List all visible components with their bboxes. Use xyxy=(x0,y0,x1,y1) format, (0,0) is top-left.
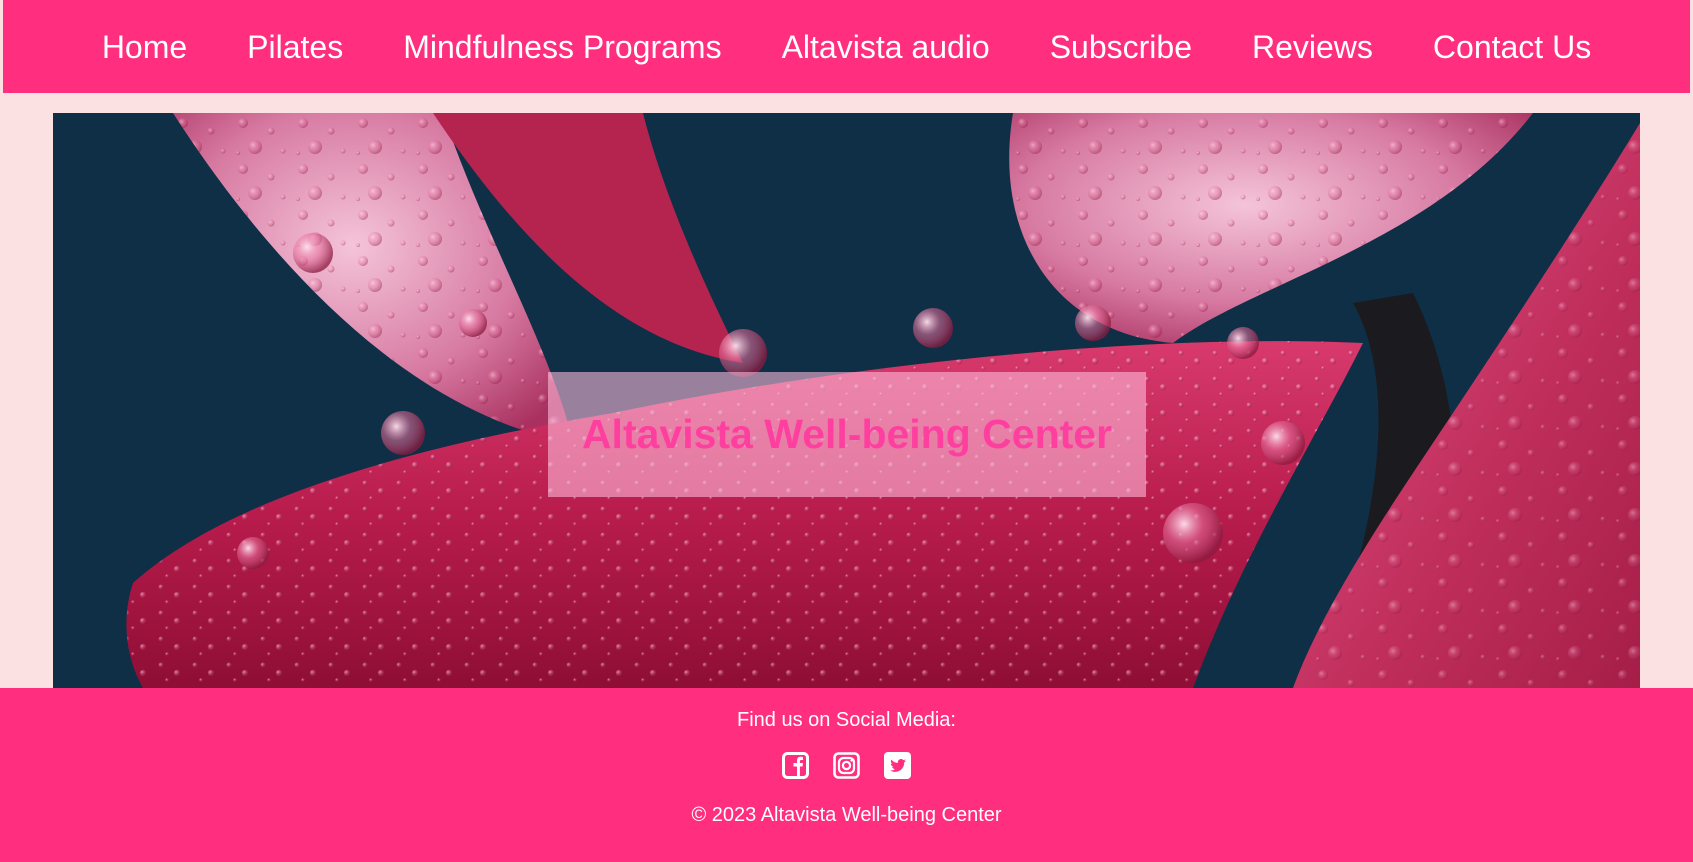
social-links xyxy=(0,752,1693,779)
nav-link-subscribe[interactable]: Subscribe xyxy=(1050,31,1192,63)
hero-title-box: Altavista Well-being Center xyxy=(548,372,1146,497)
twitter-icon[interactable] xyxy=(884,752,911,779)
hero-banner: Altavista Well-being Center xyxy=(53,113,1640,688)
nav-link-mindfulness-programs[interactable]: Mindfulness Programs xyxy=(403,31,721,63)
main-nav: Home Pilates Mindfulness Programs Altavi… xyxy=(3,0,1690,93)
instagram-icon[interactable] xyxy=(833,752,860,779)
nav-link-home[interactable]: Home xyxy=(102,31,187,63)
social-heading: Find us on Social Media: xyxy=(736,709,956,731)
hero-title: Altavista Well-being Center xyxy=(581,411,1113,457)
footer: Find us on Social Media: © 2023 Altavist… xyxy=(0,688,1693,862)
nav-link-pilates[interactable]: Pilates xyxy=(247,31,343,63)
nav-link-altavista-audio[interactable]: Altavista audio xyxy=(782,31,990,63)
nav-link-reviews[interactable]: Reviews xyxy=(1252,31,1373,63)
nav-link-contact-us[interactable]: Contact Us xyxy=(1433,31,1591,63)
copyright-text: © 2023 Altavista Well-being Center xyxy=(691,804,1002,826)
facebook-icon[interactable] xyxy=(782,752,809,779)
